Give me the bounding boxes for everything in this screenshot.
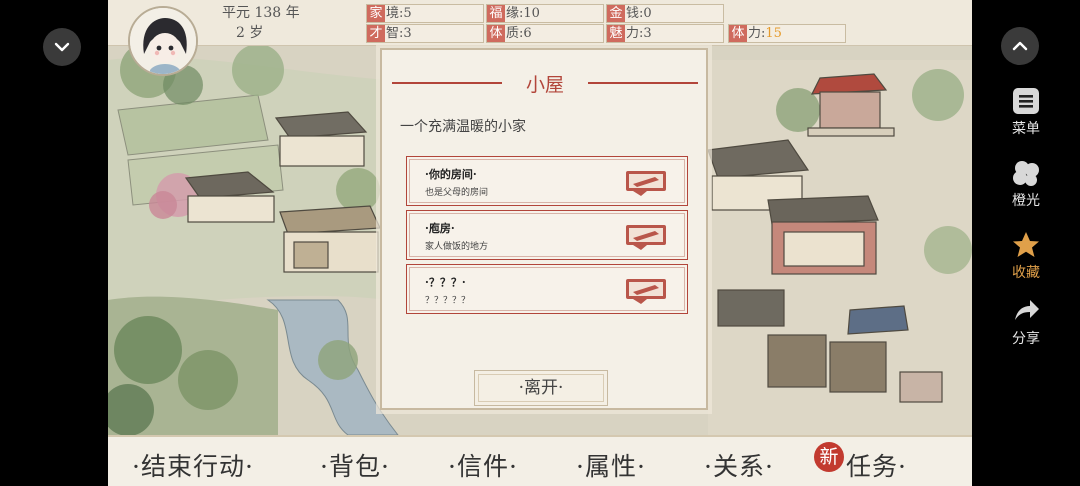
status-bar: 平元 138 年 2 岁 家 境 :5 福 缘 :10 金 钱 :0 才 智 :… — [108, 0, 972, 76]
collapse-button[interactable] — [43, 28, 81, 66]
room-name: ·庖房· — [425, 222, 455, 235]
stat-value: :0 — [639, 6, 652, 21]
room-option-unknown[interactable]: ·？？？· ？？？？？ — [406, 264, 688, 314]
room-description: 也是父母的房间 — [425, 188, 489, 198]
dialog-subtitle: 一个充满温暖的小家 — [400, 119, 526, 135]
relations-button[interactable]: ·关系· — [704, 447, 774, 483]
stat-key: 体 — [729, 25, 747, 42]
stat-key-suffix: 质 — [506, 26, 520, 41]
menu-button[interactable]: 菜单 — [972, 86, 1080, 138]
left-system-bar — [0, 0, 108, 486]
leave-button[interactable]: ·离开· — [474, 370, 608, 406]
location-dialog: 小屋 一个充满温暖的小家 ·你的房间· 也是父母的房间 ·庖房· 家人做饭的地方 — [380, 48, 708, 410]
stat-charm[interactable]: 魅 力 :3 — [606, 24, 724, 43]
room-description: 家人做饭的地方 — [425, 242, 489, 252]
era-year: 平元 138 年 — [222, 5, 300, 21]
stat-value: :5 — [399, 6, 412, 21]
stat-key-suffix: 智 — [386, 26, 400, 41]
stat-intelligence[interactable]: 才 智 :3 — [366, 24, 484, 43]
dialog-header: 小屋 — [392, 70, 698, 96]
stat-value: :6 — [519, 26, 532, 41]
stat-key: 体 — [487, 25, 505, 42]
stat-key: 金 — [607, 5, 625, 22]
stat-constitution[interactable]: 体 质 :6 — [486, 24, 604, 43]
share-label: 分享 — [1012, 331, 1040, 347]
stat-value: :10 — [519, 6, 540, 21]
share-icon — [1015, 300, 1039, 320]
stat-key-suffix: 力 — [626, 26, 640, 41]
chevron-down-icon — [54, 42, 70, 52]
bed-icon — [626, 225, 666, 250]
game-screen: 平元 138 年 2 岁 家 境 :5 福 缘 :10 金 钱 :0 才 智 :… — [108, 0, 972, 486]
expand-button[interactable] — [1001, 27, 1039, 65]
stat-key: 家 — [367, 5, 385, 22]
stat-stamina[interactable]: 体 力 : 15 — [728, 24, 846, 43]
chengguang-button[interactable]: 橙光 — [972, 158, 1080, 210]
character-age: 2 岁 — [236, 25, 264, 41]
chengguang-label: 橙光 — [1012, 193, 1040, 209]
stat-key-suffix: 缘 — [506, 6, 520, 21]
share-button[interactable]: 分享 — [972, 296, 1080, 348]
stat-value-highlight: 15 — [765, 26, 782, 41]
stat-key-suffix: 境 — [386, 6, 400, 21]
stat-money[interactable]: 金 钱 :0 — [606, 4, 724, 23]
stat-family[interactable]: 家 境 :5 — [366, 4, 484, 23]
stat-key-suffix: 钱 — [626, 6, 640, 21]
chevron-up-icon — [1012, 41, 1028, 51]
stat-value: :3 — [399, 26, 412, 41]
stat-value: :3 — [639, 26, 652, 41]
avatar[interactable] — [128, 6, 198, 76]
title-divider-right — [588, 82, 698, 84]
end-action-button[interactable]: ·结束行动· — [132, 447, 254, 483]
new-badge: 新 — [814, 442, 844, 472]
room-option-bedroom[interactable]: ·你的房间· 也是父母的房间 — [406, 156, 688, 206]
room-name: ·你的房间· — [425, 168, 477, 181]
stat-key: 福 — [487, 5, 505, 22]
favorite-label: 收藏 — [1012, 265, 1040, 281]
bed-icon — [626, 279, 666, 304]
menu-icon — [1013, 88, 1039, 114]
stat-key: 魅 — [607, 25, 625, 42]
star-icon — [1013, 232, 1039, 257]
bed-icon — [626, 171, 666, 196]
stat-key: 才 — [367, 25, 385, 42]
room-option-kitchen[interactable]: ·庖房· 家人做饭的地方 — [406, 210, 688, 260]
favorite-button[interactable]: 收藏 — [972, 230, 1080, 282]
clover-icon — [1013, 161, 1039, 186]
tasks-button[interactable]: 任务· — [846, 447, 907, 483]
right-system-bar: 菜单 橙光 收藏 分享 — [972, 0, 1080, 486]
stat-fortune[interactable]: 福 缘 :10 — [486, 4, 604, 23]
menu-label: 菜单 — [1012, 121, 1040, 137]
attributes-button[interactable]: ·属性· — [576, 447, 646, 483]
room-name: ·？？？· — [425, 276, 466, 289]
stat-key-suffix: 力 — [748, 26, 762, 41]
letters-button[interactable]: ·信件· — [448, 447, 518, 483]
room-description: ？？？？？ — [425, 296, 471, 306]
bag-button[interactable]: ·背包· — [320, 447, 390, 483]
